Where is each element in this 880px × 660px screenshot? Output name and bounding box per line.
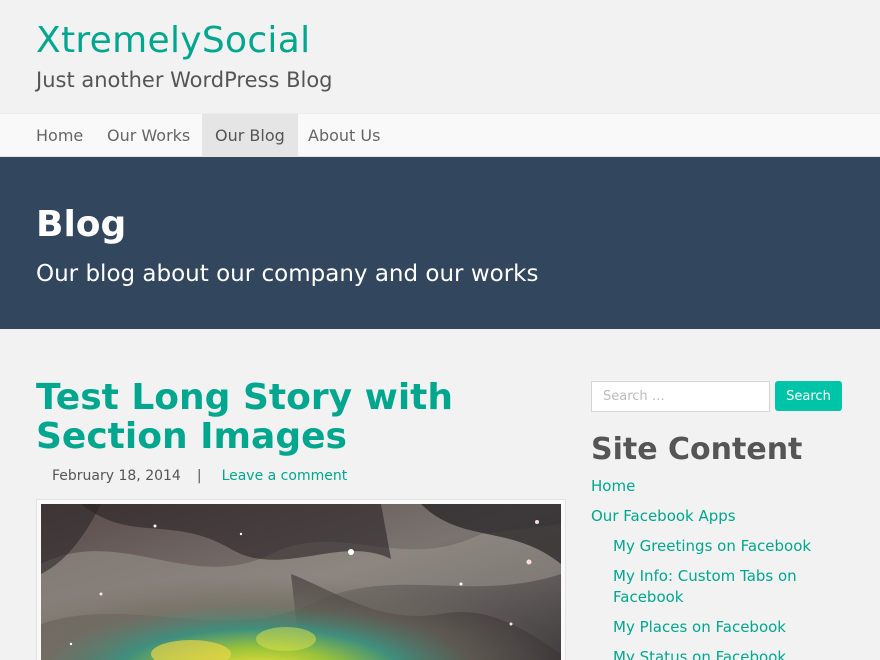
nav-item-about-us[interactable]: About Us <box>295 114 393 157</box>
page-hero: Blog Our blog about our company and our … <box>0 157 880 329</box>
site-content-list: Home Our Facebook Apps My Greetings on F… <box>591 476 851 660</box>
site-content-item-facebook-apps[interactable]: Our Facebook Apps <box>591 506 851 527</box>
page-subtitle: Our blog about our company and our works <box>36 261 539 287</box>
post-meta: February 18, 2014 | Leave a comment <box>52 468 347 484</box>
site-content-item-info-tabs[interactable]: My Info: Custom Tabs on Facebook <box>591 566 851 608</box>
site-header: XtremelySocial Just another WordPress Bl… <box>0 0 880 113</box>
site-content-item-status[interactable]: My Status on Facebook <box>591 647 851 660</box>
site-title[interactable]: XtremelySocial <box>36 20 310 61</box>
site-content-item-places[interactable]: My Places on Facebook <box>591 617 851 638</box>
leave-comment-link[interactable]: Leave a comment <box>222 468 348 484</box>
site-content-item-home[interactable]: Home <box>591 476 851 497</box>
post-date[interactable]: February 18, 2014 <box>52 468 181 484</box>
search-input[interactable] <box>591 381 770 412</box>
widget-title: Site Content <box>591 432 803 467</box>
nebula-image <box>41 504 561 660</box>
nav-item-our-works[interactable]: Our Works <box>94 114 203 157</box>
nav-item-home[interactable]: Home <box>23 114 96 157</box>
page-title: Blog <box>36 204 127 245</box>
search-button[interactable]: Search <box>775 381 842 411</box>
site-tagline: Just another WordPress Blog <box>36 68 333 92</box>
meta-separator: | <box>196 468 202 484</box>
nav-item-our-blog[interactable]: Our Blog <box>202 114 298 157</box>
post-featured-image[interactable] <box>36 499 566 660</box>
main-nav: Home Our Works Our Blog About Us <box>0 113 880 157</box>
post-title-link[interactable]: Test Long Story with Section Images <box>36 378 566 456</box>
site-content-item-greetings[interactable]: My Greetings on Facebook <box>591 536 851 557</box>
